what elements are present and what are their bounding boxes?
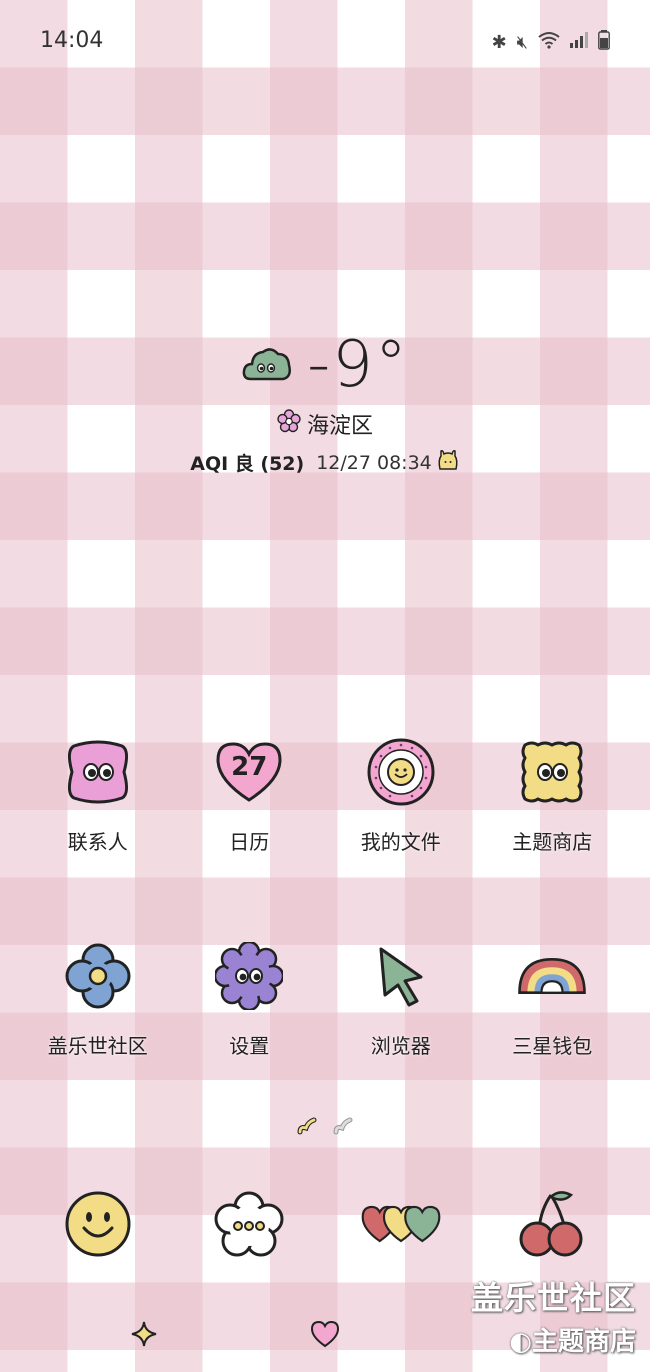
aqi-value: AQI 良 (52) xyxy=(190,453,305,475)
calendar-date-badge: 27 xyxy=(231,752,268,782)
weather-widget[interactable]: -9° 海淀区 AQI 良 (52) 12/27 08:34 xyxy=(0,328,650,477)
app-grid: 联系人 27 日历 我的文件 主题商店 xyxy=(22,736,628,855)
bluetooth-icon: ✱ xyxy=(491,32,507,53)
app-browser[interactable]: 浏览器 xyxy=(325,940,477,1059)
page-dot-active-icon[interactable] xyxy=(297,1116,317,1140)
battery-icon xyxy=(598,30,610,55)
app-label: 盖乐世社区 xyxy=(47,1034,148,1058)
app-label: 主题商店 xyxy=(512,830,593,854)
app-label: 浏览器 xyxy=(370,1034,431,1058)
weather-location: 海淀区 xyxy=(306,414,373,439)
smiley-face-icon xyxy=(58,1184,138,1264)
dock-app-hearts[interactable] xyxy=(325,1184,477,1264)
page-dot-icon[interactable] xyxy=(333,1116,353,1140)
temperature: -9° xyxy=(307,328,409,402)
dock-app-messages[interactable] xyxy=(174,1184,326,1264)
dock-app-phone[interactable] xyxy=(22,1184,174,1264)
flower-community-icon xyxy=(62,940,134,1012)
app-label: 我的文件 xyxy=(360,830,441,854)
app-label: 联系人 xyxy=(67,830,128,854)
theme-store-logo-icon: ◐ xyxy=(509,1327,532,1357)
app-galaxy-community[interactable]: 盖乐世社区 xyxy=(22,940,174,1059)
my-files-smiley-sticker-icon xyxy=(365,736,437,808)
mute-icon: 🔇︎ xyxy=(516,32,528,53)
app-label: 三星钱包 xyxy=(512,1034,593,1058)
heart-nav-icon[interactable] xyxy=(310,1320,340,1352)
status-time: 14:04 xyxy=(40,28,104,53)
status-bar: 14:04 ✱ 🔇︎ xyxy=(40,28,610,56)
wifi-icon xyxy=(538,31,560,54)
status-icons: ✱ 🔇︎ xyxy=(492,30,610,55)
hearts-icon xyxy=(361,1184,441,1264)
flower-pin-icon xyxy=(277,409,301,439)
app-my-files[interactable]: 我的文件 xyxy=(325,736,477,855)
app-label: 设置 xyxy=(229,1034,270,1058)
app-settings[interactable]: 设置 xyxy=(174,940,326,1059)
app-theme-store[interactable]: 主题商店 xyxy=(477,736,629,855)
wallet-rainbow-icon xyxy=(516,940,588,1012)
watermark-line2: ◐主题商店 xyxy=(471,1321,636,1358)
dock xyxy=(22,1184,628,1264)
signal-icon xyxy=(570,32,588,53)
watermark: 盖乐世社区 ◐主题商店 xyxy=(471,1273,636,1358)
watermark-line1: 盖乐世社区 xyxy=(470,1279,636,1317)
app-calendar[interactable]: 27 日历 xyxy=(174,736,326,855)
refresh-bunny-icon[interactable] xyxy=(436,448,460,477)
watermark-line2-text: 主题商店 xyxy=(531,1327,636,1357)
browser-cursor-icon xyxy=(365,940,437,1012)
theme-store-cracker-icon xyxy=(516,736,588,808)
weather-updated-time: 12/27 08:34 xyxy=(316,451,432,474)
app-samsung-wallet[interactable]: 三星钱包 xyxy=(477,940,629,1059)
settings-flower-icon xyxy=(213,940,285,1012)
flower-dots-icon xyxy=(209,1184,289,1264)
cherry-icon xyxy=(512,1184,592,1264)
calendar-heart-icon: 27 xyxy=(213,736,285,808)
dock-app-camera[interactable] xyxy=(477,1184,629,1264)
app-label: 日历 xyxy=(229,830,270,854)
cloud-face-icon xyxy=(241,343,293,387)
app-grid: 盖乐世社区 设置 浏览器 三星钱包 xyxy=(22,940,628,1059)
app-contacts[interactable]: 联系人 xyxy=(22,736,174,855)
contacts-blob-icon xyxy=(62,736,134,808)
sparkle-nav-icon[interactable] xyxy=(130,1320,158,1352)
page-indicator[interactable] xyxy=(0,1116,650,1140)
